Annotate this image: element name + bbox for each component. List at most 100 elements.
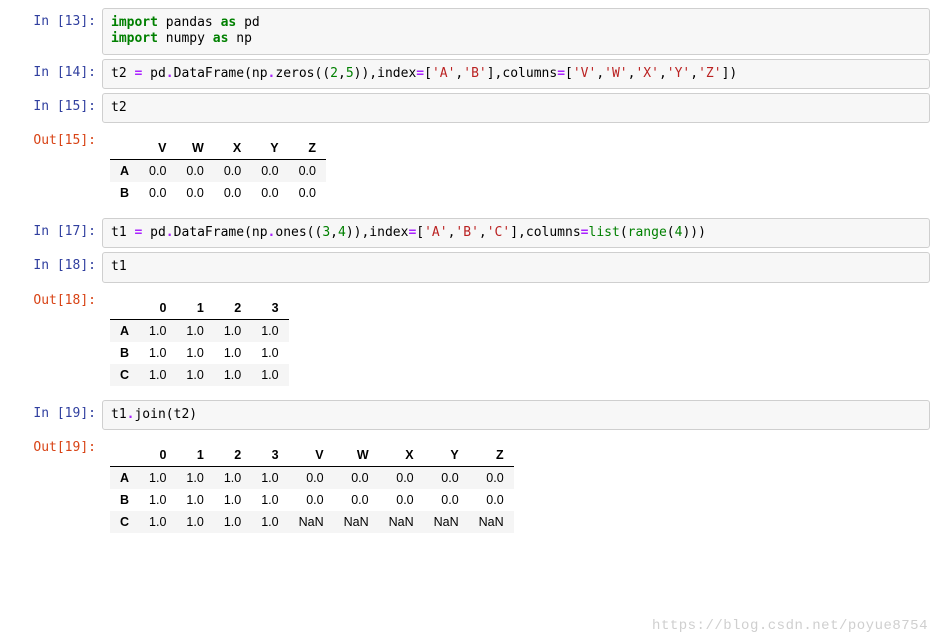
dataframe-cell: 0.0 [334,466,379,489]
dataframe-cell: NaN [379,511,424,533]
dataframe-col-header: X [214,137,251,160]
dataframe-cell: 0.0 [251,182,288,204]
code-token: pd [142,66,165,81]
code-token: numpy [158,31,213,46]
dataframe-cell: 1.0 [251,489,288,511]
output-area: 0123VWXYZA1.01.01.01.00.00.00.00.00.0B1.… [102,434,930,543]
code-token: 'B' [463,66,486,81]
output-prompt: Out[19]: [8,434,102,543]
code-token: 'Z' [698,66,721,81]
dataframe-cell: 1.0 [139,466,176,489]
notebook-root: In [13]:import pandas as pd import numpy… [8,8,930,543]
dataframe-table: 0123VWXYZA1.01.01.01.00.00.00.00.00.0B1.… [110,444,514,533]
code-token: [ [416,225,424,240]
code-token: DataFrame(np [174,225,268,240]
dataframe-col-header: 2 [214,444,251,467]
dataframe-cell: 0.0 [289,160,326,183]
dataframe-col-header: 3 [251,297,288,320]
dataframe-corner [110,444,139,467]
code-token: ],columns [510,225,580,240]
dataframe-cell: 0.0 [379,489,424,511]
table-row: C1.01.01.01.0 [110,364,289,386]
code-token: 'A' [432,66,455,81]
dataframe-col-header: W [176,137,213,160]
code-input[interactable]: t1 = pd.DataFrame(np.ones((3,4)),index=[… [102,218,930,248]
dataframe-cell: 0.0 [469,466,514,489]
input-cell: In [17]:t1 = pd.DataFrame(np.ones((3,4))… [8,218,930,248]
code-token: t1 [111,225,134,240]
input-prompt: In [15]: [8,93,102,123]
dataframe-cell: NaN [334,511,379,533]
input-prompt: In [14]: [8,59,102,89]
code-token: , [330,225,338,240]
output-cell: Out[15]:VWXYZA0.00.00.00.00.0B0.00.00.00… [8,127,930,214]
dataframe-cell: 1.0 [251,511,288,533]
code-token: ))) [682,225,705,240]
code-token: 'V' [573,66,596,81]
input-prompt: In [19]: [8,400,102,430]
code-input[interactable]: t1.join(t2) [102,400,930,430]
input-cell: In [15]: t2 [8,93,930,123]
code-token: ],columns [487,66,557,81]
dataframe-row-header: A [110,319,139,342]
dataframe-col-header: 1 [176,297,213,320]
code-token: as [213,31,229,46]
dataframe-col-header: 1 [176,444,213,467]
code-token: , [690,66,698,81]
dataframe-cell: 1.0 [139,511,176,533]
dataframe-cell: 1.0 [176,342,213,364]
input-cell: In [13]:import pandas as pd import numpy… [8,8,930,55]
code-token: pd [236,15,259,30]
input-cell: In [14]:t2 = pd.DataFrame(np.zeros((2,5)… [8,59,930,89]
code-input[interactable]: t2 [102,93,930,123]
code-token: = [416,66,424,81]
dataframe-row-header: B [110,342,139,364]
code-token: t2 [111,100,127,115]
dataframe-col-header: V [289,444,334,467]
dataframe-cell: 0.0 [176,182,213,204]
code-input[interactable]: t2 = pd.DataFrame(np.zeros((2,5)),index=… [102,59,930,89]
dataframe-col-header: W [334,444,379,467]
dataframe-cell: 1.0 [176,489,213,511]
dataframe-row-header: A [110,466,139,489]
dataframe-row-header: B [110,489,139,511]
code-token: )),index [346,225,409,240]
code-input[interactable]: import pandas as pd import numpy as np [102,8,930,55]
table-row: A1.01.01.01.0 [110,319,289,342]
code-token: np [228,31,251,46]
dataframe-cell: 1.0 [251,319,288,342]
code-token: as [221,15,237,30]
dataframe-cell: 1.0 [251,466,288,489]
code-token: [ [565,66,573,81]
dataframe-corner [110,137,139,160]
code-token: DataFrame(np [174,66,268,81]
dataframe-cell: 1.0 [139,489,176,511]
dataframe-row-header: C [110,364,139,386]
dataframe-cell: 0.0 [424,489,469,511]
dataframe-cell: 0.0 [289,182,326,204]
code-token: , [479,225,487,240]
code-token: ( [667,225,675,240]
dataframe-col-header: Y [251,137,288,160]
code-token: zeros(( [275,66,330,81]
code-token: list [589,225,620,240]
dataframe-col-header: 0 [139,297,176,320]
dataframe-cell: NaN [469,511,514,533]
code-token: 5 [346,66,354,81]
dataframe-cell: 0.0 [214,182,251,204]
output-cell: Out[18]:0123A1.01.01.01.0B1.01.01.01.0C1… [8,287,930,396]
table-row: B1.01.01.01.00.00.00.00.00.0 [110,489,514,511]
code-token: 2 [330,66,338,81]
dataframe-cell: 1.0 [176,319,213,342]
dataframe-row-header: C [110,511,139,533]
dataframe-cell: 0.0 [469,489,514,511]
table-row: B0.00.00.00.00.0 [110,182,326,204]
dataframe-cell: 1.0 [214,342,251,364]
dataframe-cell: 1.0 [251,364,288,386]
dataframe-cell: 1.0 [214,511,251,533]
dataframe-cell: 1.0 [139,364,176,386]
code-input[interactable]: t1 [102,252,930,282]
code-token: )),index [354,66,417,81]
code-token: import [111,15,158,30]
code-token: 4 [338,225,346,240]
